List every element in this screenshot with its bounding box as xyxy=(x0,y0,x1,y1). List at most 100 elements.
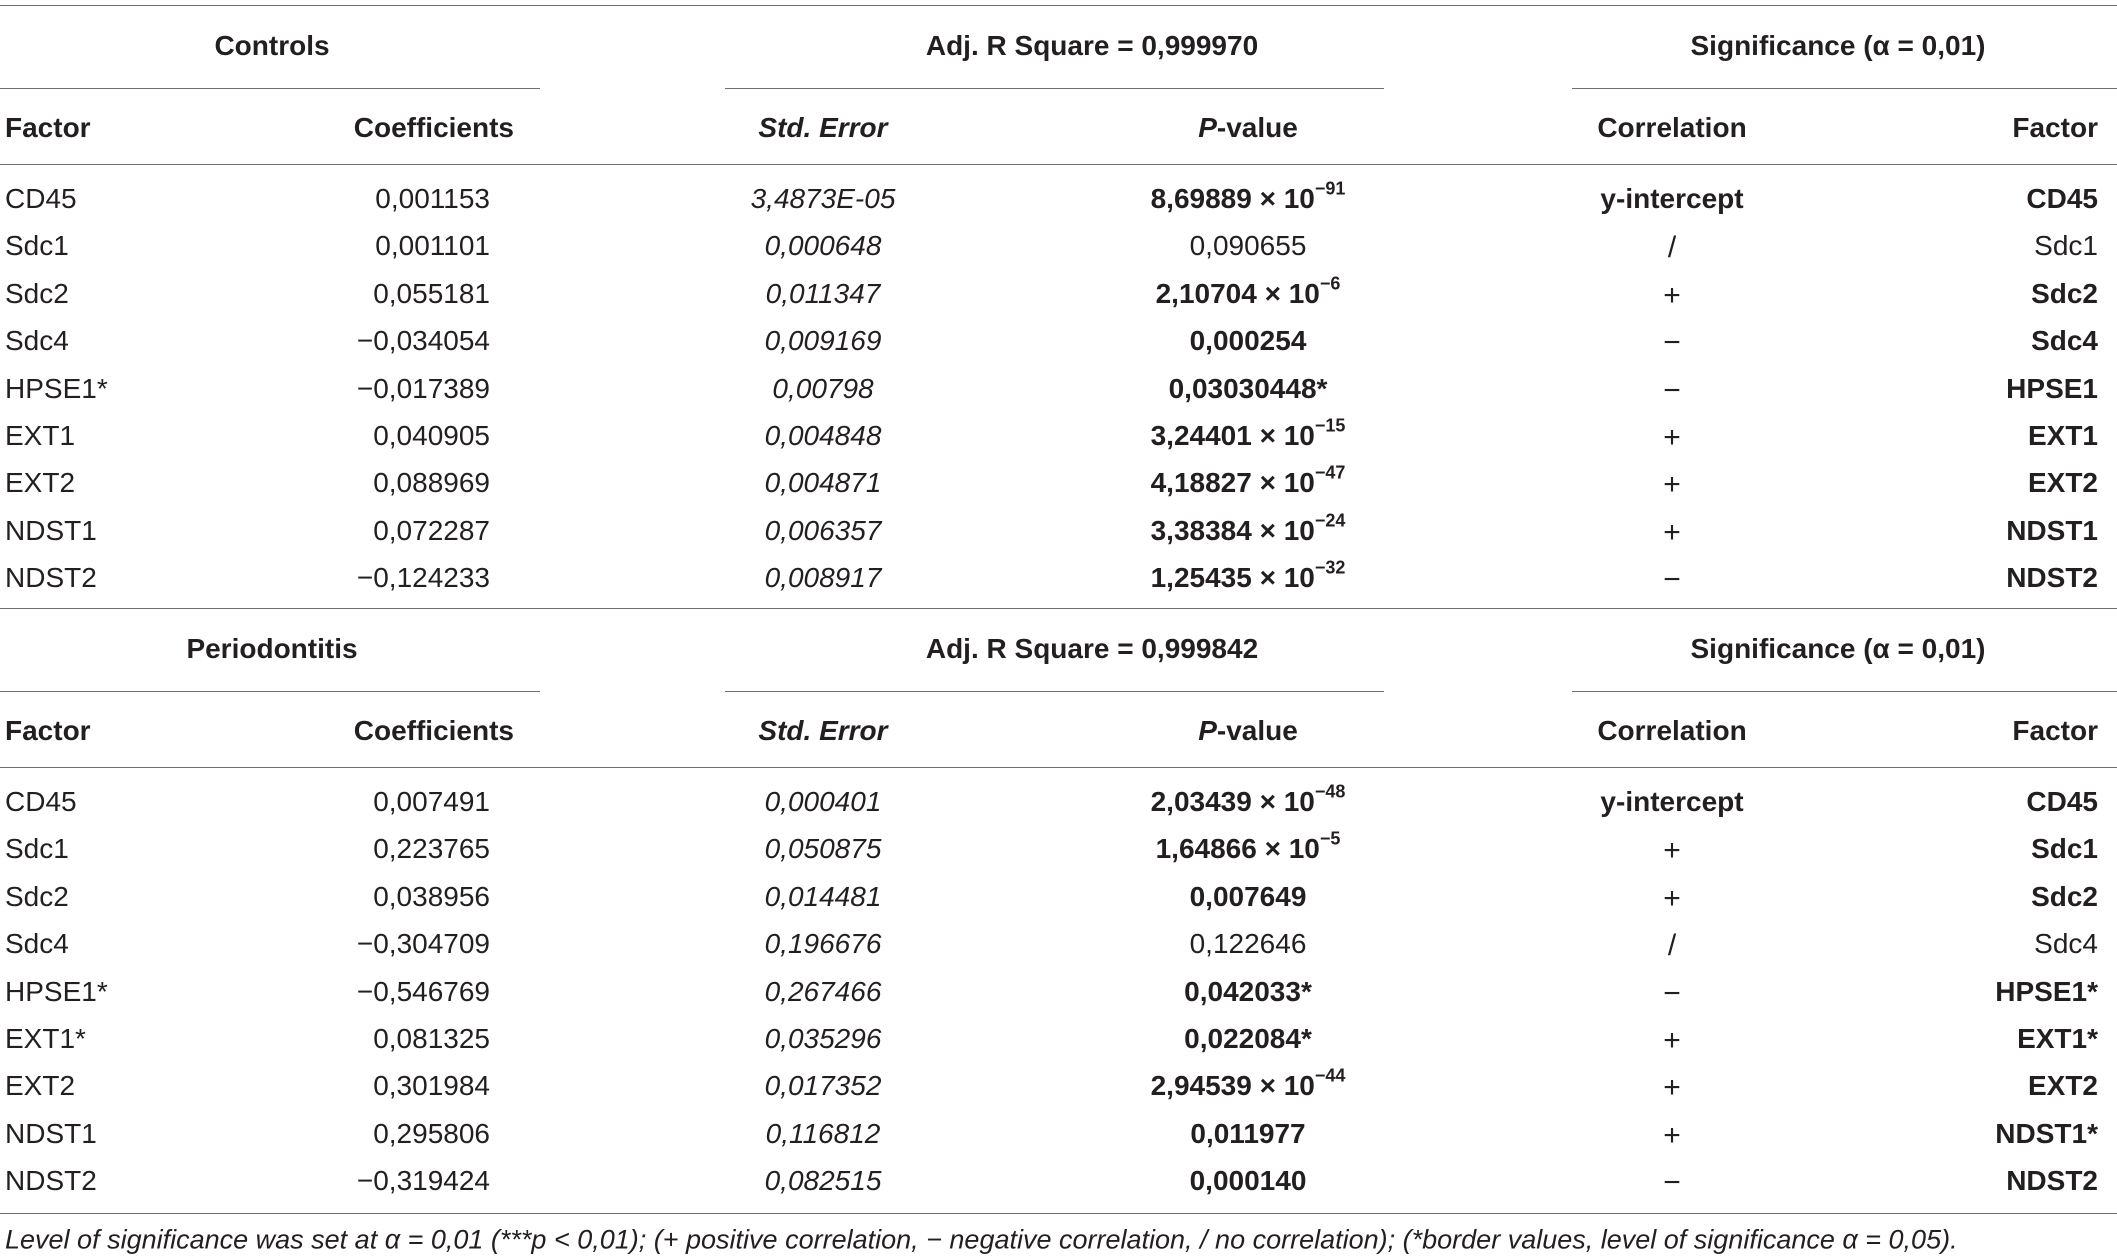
regression-table: Controls Adj. R Square = 0,999970 Signific… xyxy=(0,0,2117,1259)
row-correlation: + xyxy=(1663,1071,1681,1105)
fit-underline xyxy=(725,88,1384,89)
row-coefficient: −0,304709 xyxy=(356,928,490,960)
row-factor: EXT1* xyxy=(5,1023,86,1054)
p-value-mantissa: 0,03030448* xyxy=(1168,372,1328,404)
p-value-mantissa: 0,000140 xyxy=(1189,1165,1307,1197)
p-value-mantissa: 1,25435 × 10 xyxy=(1150,562,1315,594)
row-p-value: 0,007649 xyxy=(1189,880,1307,912)
row-correlation: / xyxy=(1667,231,1677,265)
row-std-error: 0,050875 xyxy=(764,833,882,865)
p-value-exponent: −15 xyxy=(1314,415,1346,436)
row-factor: Sdc2 xyxy=(5,880,69,912)
row-p-value: 0,042033* xyxy=(1184,977,1312,1006)
row-factor: EXT2 xyxy=(5,1070,76,1102)
row-correlation: y-intercept xyxy=(1600,786,1744,817)
row-p-value: 0,090655 xyxy=(1190,232,1307,260)
row-p-value: 0,122646 xyxy=(1190,930,1307,958)
row-significant-factor: Sdc4 xyxy=(2031,325,2098,357)
header-factor-significance: Factor xyxy=(2012,112,2098,143)
row-p-value: 0,000140 xyxy=(1190,1167,1307,1195)
row-factor: HPSE1* xyxy=(5,975,108,1007)
row-std-error: 0,008917 xyxy=(764,562,882,594)
p-value-mantissa: 2,94539 × 10 xyxy=(1150,1070,1315,1102)
header-correlation: Correlation xyxy=(1597,715,1747,746)
row-significant-factor: Sdc2 xyxy=(2031,880,2098,912)
row-significant-factor: EXT2 xyxy=(2027,467,2098,499)
row-coefficient: 0,040905 xyxy=(373,420,490,451)
row-coefficient: 0,038956 xyxy=(373,880,490,912)
row-std-error: 0,116812 xyxy=(765,1117,881,1149)
row-factor: NDST1 xyxy=(5,514,97,546)
row-p-value: 1,64866 × 10−5 xyxy=(1155,830,1341,865)
p-value-mantissa: 3,38384 × 10 xyxy=(1150,514,1315,546)
group-label: Controls xyxy=(214,30,330,61)
row-correlation: − xyxy=(1663,563,1681,597)
row-p-value: 2,03439 × 10−48 xyxy=(1151,783,1346,816)
p-value-mantissa: 0,007649 xyxy=(1189,880,1307,912)
row-coefficient: 0,223765 xyxy=(373,833,490,865)
row-std-error: 0,000648 xyxy=(764,230,882,262)
row-std-error: 0,00798 xyxy=(772,372,874,404)
row-correlation: − xyxy=(1663,1166,1681,1200)
row-significant-factor: Sdc4 xyxy=(2034,928,2098,960)
row-factor: Sdc2 xyxy=(5,277,69,309)
row-correlation: + xyxy=(1663,278,1681,312)
row-factor: Sdc1 xyxy=(5,230,69,262)
row-p-value: 0,000254 xyxy=(1190,327,1307,355)
row-significant-factor: CD45 xyxy=(2026,183,2098,214)
row-std-error: 0,004871 xyxy=(764,467,882,499)
row-significant-factor: CD45 xyxy=(2026,786,2098,817)
row-coefficient: −0,319424 xyxy=(356,1165,490,1197)
p-value-mantissa: 0,000254 xyxy=(1189,325,1307,357)
row-p-value: 0,03030448* xyxy=(1168,372,1328,404)
p-value-mantissa: 0,122646 xyxy=(1189,928,1307,960)
header-std-error: Std. Error xyxy=(758,715,888,746)
header-std-error: Std. Error xyxy=(758,112,888,143)
row-significant-factor: Sdc2 xyxy=(2031,277,2098,309)
row-p-value: 8,69889 × 10−91 xyxy=(1150,180,1346,214)
row-factor: EXT2 xyxy=(5,467,76,499)
row-coefficient: 0,055181 xyxy=(373,277,490,309)
header-coefficients: Coefficients xyxy=(353,112,514,143)
row-correlation: + xyxy=(1663,881,1681,915)
row-significant-factor: Sdc1 xyxy=(2031,833,2098,865)
header-factor-significance: Factor xyxy=(2012,715,2098,746)
p-value-mantissa: 2,10704 × 10 xyxy=(1155,277,1320,309)
row-coefficient: −0,034054 xyxy=(356,325,490,357)
p-value-mantissa: 0,011977 xyxy=(1190,1117,1306,1149)
header-p-rest: -value xyxy=(1216,715,1298,746)
row-significant-factor: EXT1* xyxy=(2017,1023,2098,1054)
row-correlation: − xyxy=(1663,976,1681,1010)
row-coefficient: −0,124233 xyxy=(356,562,490,594)
p-value-exponent: −48 xyxy=(1314,781,1346,802)
p-value-mantissa: 1,64866 × 10 xyxy=(1155,833,1320,865)
significance-underline xyxy=(1572,88,2117,89)
row-significant-factor: EXT1 xyxy=(2027,420,2098,451)
p-value-exponent: −32 xyxy=(1314,557,1346,578)
p-value-mantissa: 4,18827 × 10 xyxy=(1150,467,1315,499)
row-factor: NDST1 xyxy=(5,1117,97,1149)
row-correlation: + xyxy=(1663,468,1681,502)
row-std-error: 0,000401 xyxy=(764,786,882,817)
model-fit-label: Adj. R Square = 0,999970 xyxy=(925,30,1259,61)
row-significant-factor: NDST1* xyxy=(1995,1117,2098,1149)
row-correlation: + xyxy=(1663,1024,1681,1057)
row-factor: EXT1 xyxy=(5,420,76,451)
group-label: Periodontitis xyxy=(186,633,358,664)
row-coefficient: 0,088969 xyxy=(373,467,490,499)
group-underline xyxy=(0,691,540,692)
row-p-value: 3,38384 × 10−24 xyxy=(1150,511,1346,546)
p-value-mantissa: 3,24401 × 10 xyxy=(1150,420,1315,451)
header-factor: Factor xyxy=(5,112,91,143)
table-footnote: Level of significance was set at α = 0,0… xyxy=(5,1224,1958,1255)
significance-label: Significance (α = 0,01) xyxy=(1690,30,1986,61)
row-std-error: 0,006357 xyxy=(764,514,882,546)
header-p-value: P-value xyxy=(1198,114,1298,142)
row-coefficient: 0,001153 xyxy=(375,183,490,214)
group-underline xyxy=(0,88,540,89)
significance-underline xyxy=(1572,691,2117,692)
row-coefficient: −0,546769 xyxy=(356,975,490,1007)
row-coefficient: 0,001101 xyxy=(375,230,490,262)
p-value-mantissa: 8,69889 × 10 xyxy=(1150,183,1315,214)
header-p-rest: -value xyxy=(1216,112,1298,143)
